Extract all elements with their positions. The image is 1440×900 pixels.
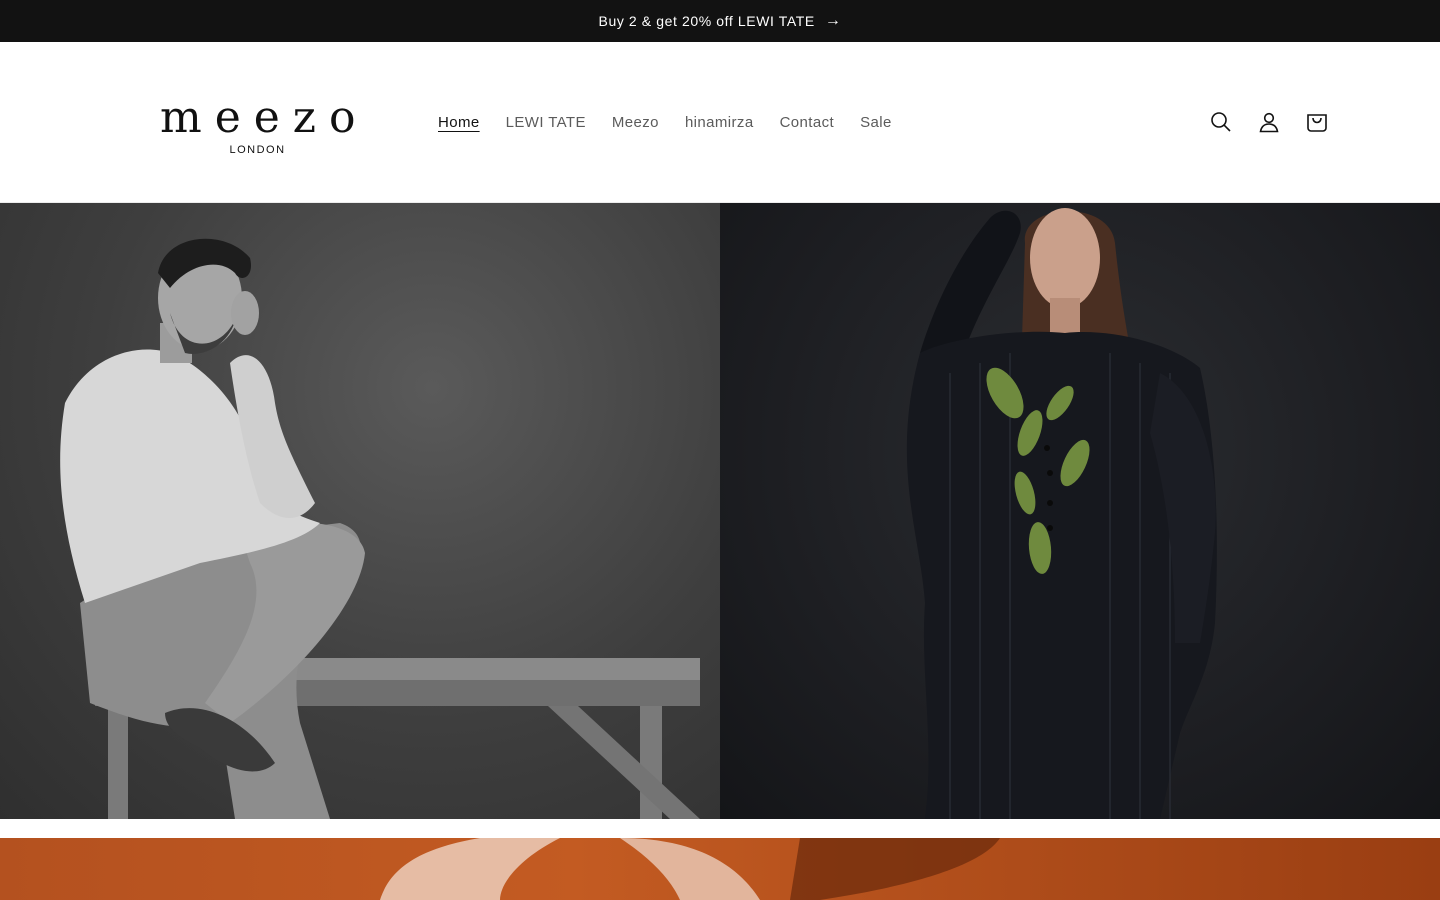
search-icon[interactable] bbox=[1208, 109, 1234, 135]
nav-item-sale[interactable]: Sale bbox=[847, 114, 905, 131]
site-header: meezo LONDON Home LEWI TATE Meezo hinami… bbox=[0, 42, 1440, 203]
header-icons bbox=[1208, 42, 1330, 202]
main-nav: Home LEWI TATE Meezo hinamirza Contact S… bbox=[425, 42, 905, 202]
arrow-right-icon: → bbox=[824, 12, 842, 29]
nav-item-contact[interactable]: Contact bbox=[767, 114, 848, 131]
account-icon[interactable] bbox=[1256, 109, 1282, 135]
logo-wordmark: meezo bbox=[160, 92, 369, 143]
cart-icon[interactable] bbox=[1304, 109, 1330, 135]
brand-logo[interactable]: meezo LONDON bbox=[150, 92, 369, 157]
nav-item-lewi-tate[interactable]: LEWI TATE bbox=[493, 114, 599, 131]
promo-banner-preview[interactable] bbox=[0, 838, 1440, 900]
logo-subtitle: LONDON bbox=[229, 144, 286, 156]
nav-item-home[interactable]: Home bbox=[425, 114, 493, 131]
announcement-bar[interactable]: Buy 2 & get 20% off LEWI TATE → bbox=[0, 0, 1440, 42]
nav-item-hinamirza[interactable]: hinamirza bbox=[672, 114, 767, 131]
announcement-text: Buy 2 & get 20% off LEWI TATE bbox=[598, 13, 815, 29]
man-on-bench-illustration bbox=[60, 238, 700, 819]
promo-image bbox=[380, 838, 1000, 900]
nav-item-meezo[interactable]: Meezo bbox=[599, 114, 672, 131]
hero-image-women[interactable] bbox=[720, 203, 1440, 819]
hero-banner[interactable] bbox=[0, 203, 1440, 819]
woman-in-kurta-illustration bbox=[906, 208, 1217, 819]
hero-image-men[interactable] bbox=[0, 203, 720, 819]
